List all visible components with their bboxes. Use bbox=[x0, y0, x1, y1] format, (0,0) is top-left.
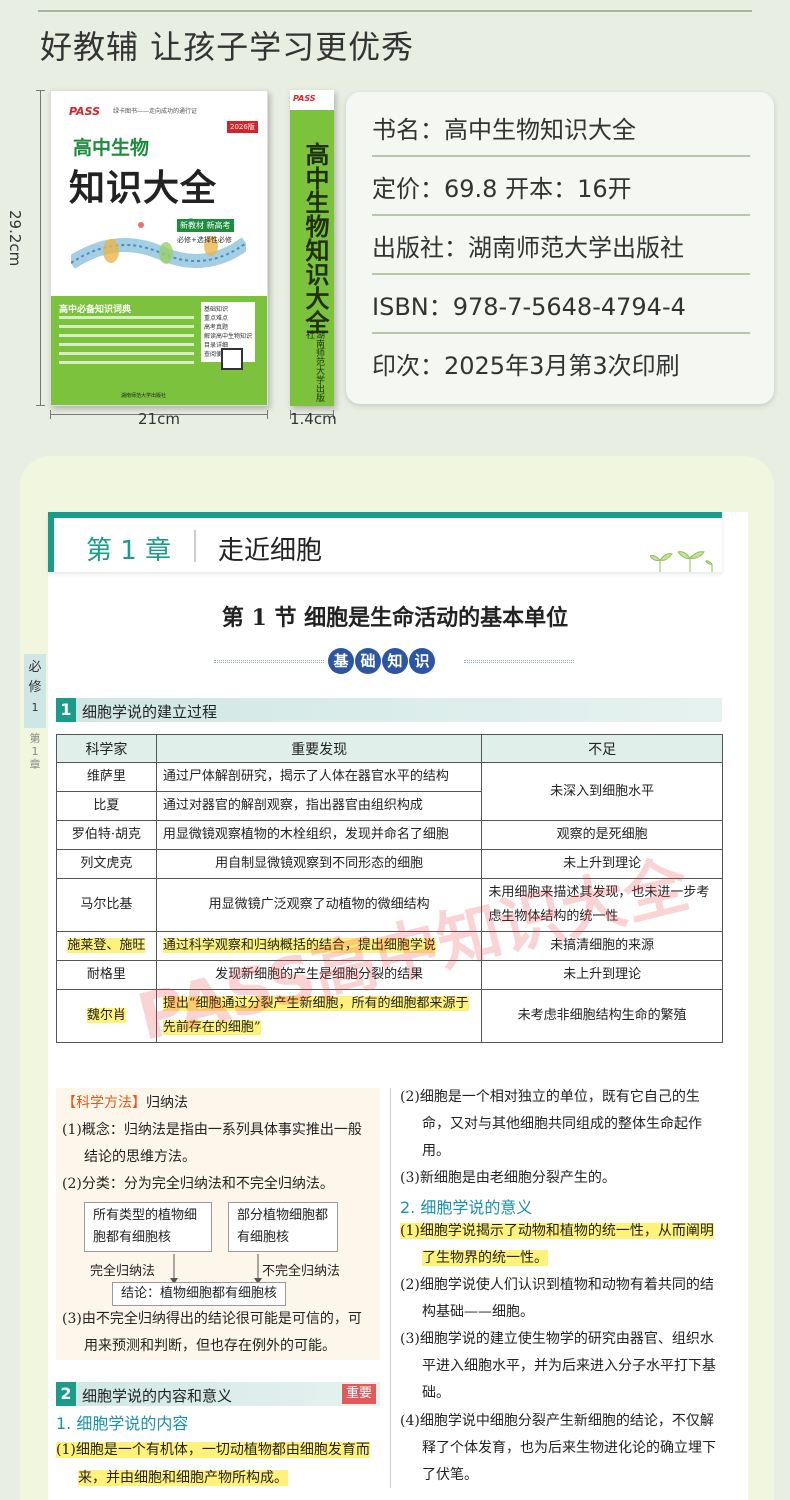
important-badge: 重要 bbox=[341, 1384, 376, 1404]
cover-title: 知识大全 bbox=[69, 168, 218, 209]
scientist-table: 科学家 重要发现 不足 维萨里 通过尸体解剖研究，揭示了人体在器官水平的结构 未深入… bbox=[56, 734, 723, 1043]
method-tag: 【科学方法】 bbox=[62, 1095, 146, 1111]
info-isbn: ISBN：978-7-5648-4794-4 bbox=[372, 275, 750, 334]
content-paragraph-2: (2)细胞是一个相对独立的单位，既有它自己的生命，又对与其他细胞共同组成的整体生… bbox=[400, 1089, 702, 1159]
table-row: 耐格里 发现新细胞的产生是细胞分裂的结果 未上升到理论 bbox=[56, 960, 723, 990]
significance-3: (3)细胞学说的建立使生物学的研究由器官、组织水平进入细胞水平，并为后来进入分子… bbox=[400, 1331, 716, 1401]
table-row: 罗伯特·胡克 用显微镜观察植物的木栓组织，发现并命名了细胞 观察的是死细胞 bbox=[56, 820, 723, 850]
cover-edition: 2026版 bbox=[227, 121, 258, 133]
subheading-significance: 2. 细胞学说的意义 bbox=[400, 1198, 533, 1217]
qr-code-icon bbox=[221, 348, 243, 370]
height-label: 29.2cm bbox=[6, 210, 24, 267]
chapter-header: 第 1 章 走近细胞 bbox=[48, 512, 722, 572]
height-dimension-line bbox=[36, 90, 45, 406]
subheading-content: 1. 细胞学说的内容 bbox=[56, 1414, 189, 1433]
width-label: 21cm bbox=[138, 410, 180, 428]
table-row: 魏尔肖 提出“细胞通过分裂产生新细胞，所有的细胞都来源于先前存在的细胞” 未考虑… bbox=[56, 989, 723, 1043]
content-paragraph-1: (1)细胞是一个有机体，一切动植物都由细胞发育而来，并由细胞和细胞产物所构成。 bbox=[56, 1442, 370, 1486]
sprout-icon bbox=[650, 551, 713, 572]
side-tab-bixiu: 必修1 bbox=[24, 654, 46, 728]
significance-1: (1)细胞学说揭示了动物和植物的统一性，从而阐明了生物界的统一性。 bbox=[400, 1223, 714, 1266]
info-publisher: 出版社：湖南师范大学出版社 bbox=[372, 216, 750, 275]
table-row: 施莱登、施旺 通过科学观察和归纳概括的结合，提出细胞学说 未搞清细胞的来源 bbox=[56, 931, 723, 961]
method-box: 【科学方法】归纳法 (1)概念：归纳法是指由一系列具体事实推出一般结论的思维方法… bbox=[56, 1088, 380, 1360]
induction-flow-diagram: 所有类型的植物细胞都有细胞核 部分植物细胞都有细胞核 完全归纳法 不完全归纳法 … bbox=[62, 1198, 374, 1306]
table-row: 维萨里 通过尸体解剖研究，揭示了人体在器官水平的结构 未深入到细胞水平 bbox=[56, 762, 723, 821]
spine-title: 高中生物知识大全 bbox=[301, 142, 329, 334]
info-print: 印次：2025年3月第3次印刷 bbox=[372, 352, 680, 380]
info-name: 书名：高中生物知识大全 bbox=[372, 98, 750, 157]
table-row: 马尔比基 用显微镜广泛观察了动植物的微细结构 未用细胞来描述其发现，也未进一步考… bbox=[56, 878, 723, 932]
cover-tagline: 绿卡图书——走向成功的通行证 bbox=[113, 108, 198, 115]
cover-badge: 新教材 新高考 bbox=[177, 219, 234, 232]
top-divider bbox=[38, 10, 752, 12]
cover-green-title: 高中必备知识词典 bbox=[59, 305, 132, 315]
significance-4: (4)细胞学说中细胞分裂产生新细胞的结论，不仅解释了个体发育，也为后来生物进化论… bbox=[400, 1413, 716, 1483]
book-info-card: 书名：高中生物知识大全 定价：69.8 开本：16开 出版社：湖南师范大学出版社… bbox=[346, 92, 774, 404]
book-cover: PASS 绿卡图书——走向成功的通行证 2026版 高中生物 知识大全 新教材 … bbox=[50, 90, 268, 406]
cover-badge-sub: 必修+选择性必修 bbox=[177, 236, 232, 244]
heading-cell-theory-content: 2 细胞学说的内容和意义 重要 bbox=[56, 1382, 380, 1406]
basic-knowledge-badge: 基础知识 bbox=[328, 648, 436, 674]
cover-subject: 高中生物 bbox=[73, 137, 150, 159]
significance-2: (2)细胞学说使人们认识到植物和动物有着共同的结构基础——细胞。 bbox=[400, 1277, 714, 1320]
slogan: 好教辅 让孩子学习更优秀 bbox=[40, 28, 415, 66]
info-price: 定价：69.8 开本：16开 bbox=[372, 157, 750, 216]
side-tab-chapter: 第1章 bbox=[29, 732, 41, 771]
heading-cell-theory-history: 1 细胞学说的建立过程 bbox=[56, 698, 722, 722]
cover-logo: PASS bbox=[69, 105, 101, 118]
section-title: 第 1 节 细胞是生命活动的基本单位 bbox=[221, 605, 569, 631]
table-row: 列文虎克 用自制显微镜观察到不同形态的细胞 未上升到理论 bbox=[56, 849, 723, 879]
chapter-name: 走近细胞 bbox=[218, 536, 323, 566]
table-header-row: 科学家 重要发现 不足 bbox=[56, 734, 723, 763]
spine-label: 1.4cm bbox=[290, 410, 337, 428]
book-spine: PASS 高中生物知识大全 湖南师范大学出版社 bbox=[290, 90, 334, 406]
content-paragraph-3: (3)新细胞是由老细胞分裂产生的。 bbox=[400, 1170, 616, 1186]
chapter-number: 第 1 章 bbox=[86, 536, 172, 566]
cover-text-lines bbox=[59, 316, 194, 370]
cover-publisher: 湖南师范大学出版社 bbox=[121, 393, 167, 399]
cover-green-band: 高中必备知识词典 基础知识 重点难点 高考真题 解读高中生物知识 目录详细 查阅便捷 湖… bbox=[51, 296, 267, 405]
spine-logo: PASS bbox=[293, 94, 316, 103]
spine-publisher: 湖南师范大学出版社 bbox=[304, 330, 324, 402]
